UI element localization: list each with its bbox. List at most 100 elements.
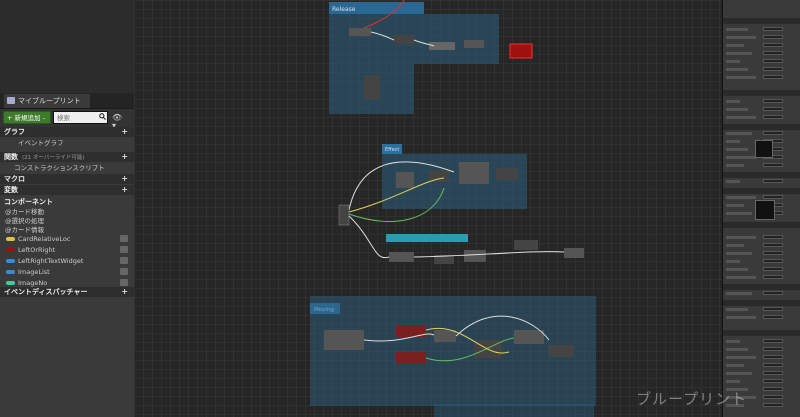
details-category-header[interactable] [723,188,800,194]
details-property-field[interactable] [763,235,783,239]
details-property-field[interactable] [763,259,783,263]
details-property-field[interactable] [763,387,783,391]
details-property-label [726,76,756,79]
add-plus-icon[interactable]: + [121,287,128,297]
details-property-field[interactable] [763,51,783,55]
wire-mid-exec [348,215,390,259]
node-effect-a[interactable] [396,172,414,188]
details-property-field[interactable] [763,27,783,31]
section-functions[interactable]: 関数 (21 オーバーライド可能) + [0,152,134,162]
details-property-field[interactable] [763,163,783,167]
details-property-field[interactable] [763,131,783,135]
details-property-field[interactable] [763,371,783,375]
details-property-field[interactable] [763,395,783,399]
node-release-a[interactable] [349,28,371,36]
view-options-icon[interactable]: 👁▾ [112,114,126,130]
details-property-field[interactable] [763,195,783,199]
details-category-header[interactable] [723,18,800,24]
visibility-eye-icon[interactable] [120,246,128,253]
function-item[interactable]: コンストラクションスクリプト [0,163,134,173]
node-moving-c[interactable] [396,352,426,364]
details-property-field[interactable] [763,307,783,311]
add-plus-icon[interactable]: + [121,127,128,137]
details-property-field[interactable] [763,107,783,111]
texture-thumbnail[interactable] [755,200,775,220]
variable-type-icon [6,259,15,263]
node-release-red[interactable] [509,43,533,59]
texture-thumbnail[interactable] [755,140,773,158]
node-event-source[interactable] [338,204,350,226]
event-graph-canvas[interactable]: Release Effect [134,0,724,417]
node-moving-a[interactable] [324,330,364,350]
category-item-label: @カード移動 [5,208,44,216]
comment-box-cyan[interactable] [386,234,468,242]
variable-item[interactable]: ImageList [0,267,134,277]
details-property-field[interactable] [763,99,783,103]
details-property-field[interactable] [763,379,783,383]
section-variables[interactable]: 変数 + [0,185,134,195]
visibility-eye-icon[interactable] [120,235,128,242]
add-new-button[interactable]: + 新規追加 - [3,111,51,124]
search-icon[interactable] [99,113,106,120]
details-property-field[interactable] [763,347,783,351]
details-property-field[interactable] [763,43,783,47]
details-property-label [726,252,752,255]
details-property-field[interactable] [763,403,783,407]
details-property-label [726,308,748,311]
node-mid-d[interactable] [514,240,538,250]
details-property-field[interactable] [763,35,783,39]
graph-item[interactable]: イベントグラフ [0,138,134,148]
details-property-field[interactable] [763,179,783,183]
node-effect-b[interactable] [429,170,449,182]
details-category-header[interactable] [723,222,800,228]
details-property-field[interactable] [763,59,783,63]
node-moving-g[interactable] [549,345,574,357]
details-property-field[interactable] [763,243,783,247]
details-property-label [726,260,740,263]
details-property-field[interactable] [763,291,783,295]
node-mid-a[interactable] [389,252,414,262]
section-event-dispatchers[interactable]: イベントディスパッチャー + [0,287,134,297]
details-property-field[interactable] [763,363,783,367]
details-property-field[interactable] [763,251,783,255]
visibility-eye-icon[interactable] [120,268,128,275]
tab-my-blueprint[interactable]: マイブループリント [4,94,90,108]
details-category-header[interactable] [723,90,800,96]
details-property-label [726,60,740,63]
variable-item[interactable]: LeftOrRight [0,245,134,255]
details-property-field[interactable] [763,67,783,71]
node-mid-c[interactable] [464,250,486,262]
node-effect-d[interactable] [496,168,518,180]
details-property-field[interactable] [763,275,783,279]
variable-item[interactable]: LeftRightTextWidget [0,256,134,266]
section-components[interactable]: コンポーネント [0,197,134,207]
section-graph[interactable]: グラフ + [0,127,134,137]
node-release-d[interactable] [464,40,484,48]
node-release-e[interactable] [364,75,380,100]
visibility-eye-icon[interactable] [120,257,128,264]
variable-item[interactable]: CardRelativeLoc [0,234,134,244]
node-moving-d[interactable] [434,330,456,342]
details-property-field[interactable] [763,267,783,271]
details-category-header[interactable] [723,300,800,306]
details-property-field[interactable] [763,75,783,79]
details-category-header[interactable] [723,284,800,290]
visibility-eye-icon[interactable] [120,279,128,286]
details-category-header[interactable] [723,330,800,336]
details-property-field[interactable] [763,355,783,359]
node-release-b[interactable] [394,35,414,44]
details-property-field[interactable] [763,339,783,343]
node-effect-c[interactable] [459,162,489,184]
add-plus-icon[interactable]: + [121,152,128,162]
details-property-label [726,164,744,167]
details-property-field[interactable] [763,315,783,319]
details-category-header[interactable] [723,124,800,130]
add-plus-icon[interactable]: + [121,174,128,184]
details-property-label [726,108,748,111]
details-property-field[interactable] [763,115,783,119]
details-category-header[interactable] [723,172,800,178]
node-mid-e[interactable] [564,248,584,258]
add-plus-icon[interactable]: + [121,185,128,195]
node-moving-f[interactable] [514,330,544,344]
section-macros[interactable]: マクロ + [0,174,134,184]
